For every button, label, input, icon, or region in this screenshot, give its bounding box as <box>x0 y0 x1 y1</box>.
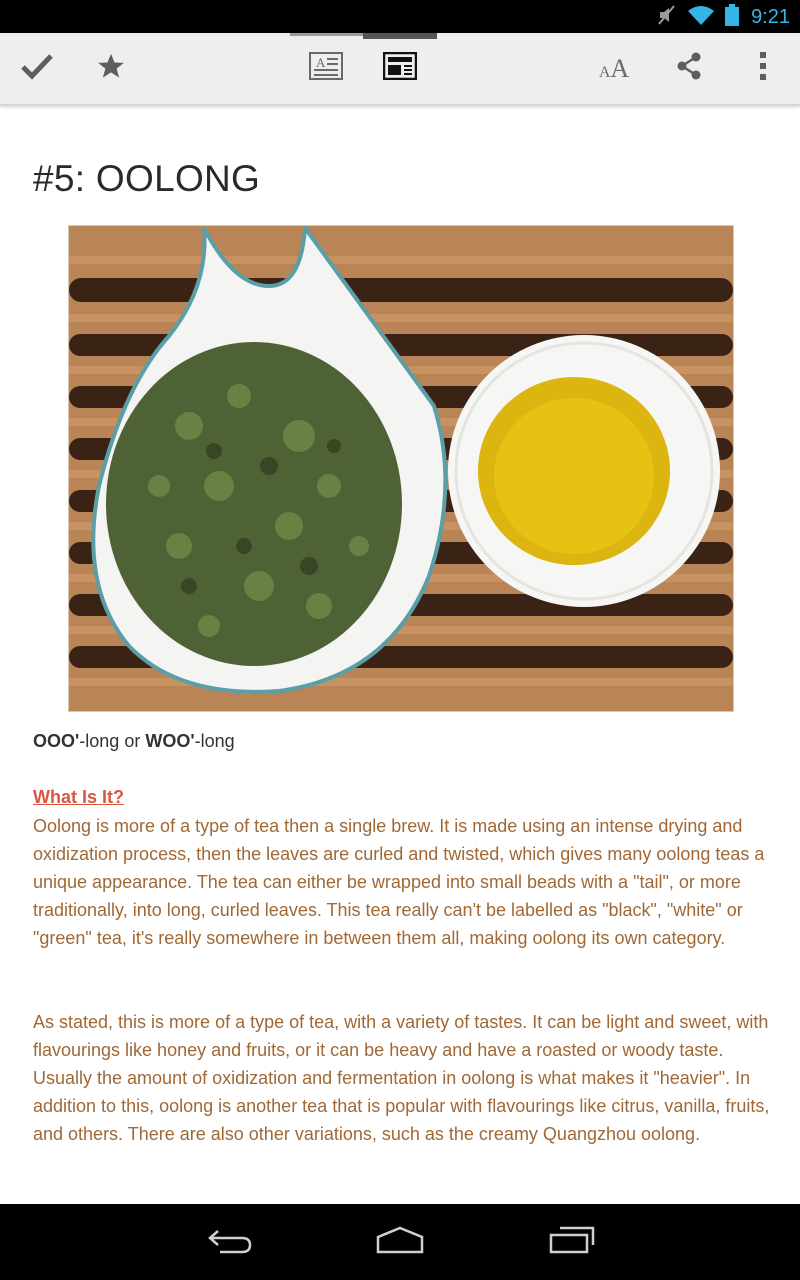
mute-icon <box>657 4 677 31</box>
web-view-icon <box>382 51 418 85</box>
article-content[interactable]: #5: OOLONG OOO'-long or WOO'-long What I… <box>0 106 800 1204</box>
recent-apps-icon <box>548 1225 596 1260</box>
text-size-button[interactable]: AA <box>580 33 648 104</box>
battery-icon <box>725 3 740 31</box>
status-icons: 9:21 <box>657 3 790 31</box>
home-icon <box>375 1225 425 1260</box>
article-title: #5: OOLONG <box>33 158 261 199</box>
overflow-menu-icon <box>758 51 768 86</box>
paragraph-1: Oolong is more of a type of tea then a s… <box>33 816 765 948</box>
paragraph-2: As stated, this is more of a type of tea… <box>33 1012 770 1144</box>
check-icon <box>20 52 54 85</box>
share-button[interactable] <box>656 33 722 104</box>
pronunciation-text-2: -long <box>194 731 235 751</box>
oolong-tea-photo <box>69 222 733 711</box>
text-size-icon: AA <box>598 53 630 83</box>
pronunciation-text-1: -long or <box>79 731 146 751</box>
web-view-button[interactable] <box>366 33 434 104</box>
section-heading: What Is It? <box>33 787 124 807</box>
star-icon <box>97 52 125 85</box>
pronunciation-bold-2: WOO' <box>145 731 195 751</box>
share-icon <box>675 51 703 86</box>
back-icon <box>206 1225 254 1260</box>
svg-text:A: A <box>316 55 326 70</box>
navigation-bar <box>0 1204 800 1280</box>
clock: 9:21 <box>751 5 790 28</box>
star-button[interactable] <box>78 33 144 104</box>
mark-read-button[interactable] <box>4 33 70 104</box>
home-button[interactable] <box>360 1218 440 1266</box>
recent-apps-button[interactable] <box>532 1218 612 1266</box>
status-bar: 9:21 <box>0 0 800 33</box>
article-view-icon: A <box>309 52 343 85</box>
back-button[interactable] <box>190 1218 270 1266</box>
article-image <box>68 222 734 712</box>
pronunciation-bold-1: OOO' <box>33 731 80 751</box>
action-bar: A AA <box>0 33 800 106</box>
article-view-button[interactable]: A <box>292 33 360 104</box>
wifi-icon <box>687 4 715 31</box>
overflow-menu-button[interactable] <box>730 33 796 104</box>
pronunciation: OOO'-long or WOO'-long <box>33 731 235 752</box>
